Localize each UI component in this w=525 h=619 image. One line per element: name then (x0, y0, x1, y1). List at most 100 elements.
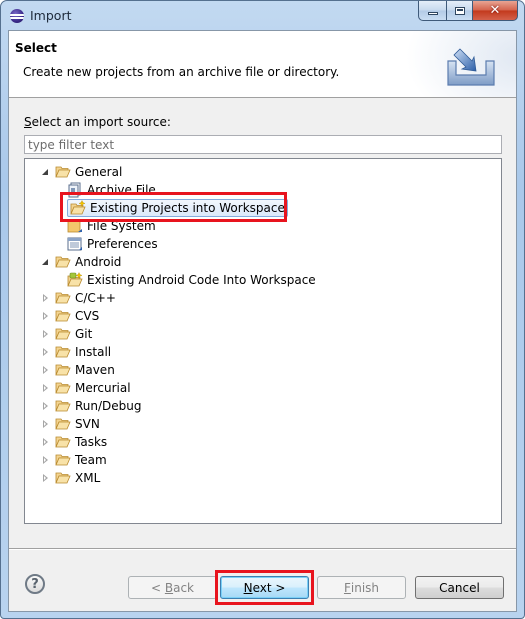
folder-open-icon (55, 164, 71, 180)
tree-item[interactable]: Install (39, 343, 111, 361)
folder-open-icon (55, 254, 71, 270)
window-controls: ✕ (418, 1, 518, 21)
tree-item[interactable]: Maven (39, 361, 115, 379)
collapsed-arrow-icon[interactable] (39, 364, 51, 376)
collapsed-arrow-icon[interactable] (39, 310, 51, 322)
tree-item[interactable]: Android (39, 253, 121, 271)
close-button[interactable]: ✕ (472, 1, 518, 21)
tree-item[interactable]: Run/Debug (39, 397, 142, 415)
collapsed-arrow-icon[interactable] (39, 436, 51, 448)
tree-item[interactable]: Tasks (39, 433, 107, 451)
back-mnemonic: B (164, 580, 174, 595)
tree-item-label: Archive File (87, 183, 156, 197)
back-rest: ack (173, 580, 194, 595)
folder-icon (55, 470, 71, 486)
tree-item[interactable]: Archive File (67, 181, 156, 199)
maximize-button[interactable] (446, 1, 472, 21)
cancel-button[interactable]: Cancel (415, 576, 504, 599)
finish-mnemonic: F (343, 580, 351, 595)
tree-item[interactable]: Existing Android Code Into Workspace (67, 271, 316, 289)
file-system-icon (67, 218, 83, 234)
tree-item[interactable]: CVS (39, 307, 99, 325)
wizard-header: Select Create new projects from an archi… (9, 31, 516, 98)
collapsed-arrow-icon[interactable] (39, 292, 51, 304)
collapsed-arrow-icon[interactable] (39, 382, 51, 394)
tree-item-content: CVS (55, 308, 99, 324)
tree-item[interactable]: Team (39, 451, 107, 469)
minimize-icon (427, 12, 438, 15)
tree-item[interactable]: C/C++ (39, 289, 116, 307)
collapsed-arrow-icon[interactable] (39, 400, 51, 412)
tree-item[interactable]: File System (67, 217, 156, 235)
tree-item[interactable]: Preferences (67, 235, 158, 253)
collapsed-arrow-icon[interactable] (39, 346, 51, 358)
tree-item-content: Preferences (67, 236, 158, 252)
expanded-arrow-icon[interactable] (39, 256, 51, 268)
back-button[interactable]: < Back (128, 576, 217, 599)
collapsed-arrow-icon[interactable] (39, 454, 51, 466)
tree-item[interactable]: Git (39, 325, 92, 343)
dialog-client-area: Select Create new projects from an archi… (8, 30, 517, 612)
folder-icon (55, 290, 71, 306)
label-rest: elect an import source: (31, 115, 171, 129)
next-rest: ext > (252, 580, 286, 595)
minimize-button[interactable] (418, 1, 446, 21)
mnemonic-s: S (24, 115, 32, 129)
folder-icon (55, 398, 71, 414)
finish-button[interactable]: Finish (317, 576, 406, 599)
tree-item-content: Archive File (67, 182, 156, 198)
maximize-icon (454, 6, 465, 15)
tree-item-content: XML (55, 470, 100, 486)
tree-item[interactable]: XML (39, 469, 100, 487)
tree-item-content: Existing Projects into Workspace (67, 199, 288, 217)
tree-item-content: File System (67, 218, 156, 234)
eclipse-icon (10, 9, 24, 23)
expanded-arrow-icon[interactable] (39, 166, 51, 178)
collapsed-arrow-icon[interactable] (39, 328, 51, 340)
page-title: Select (15, 41, 57, 55)
tree-item-label: Run/Debug (75, 399, 142, 413)
tree-item[interactable]: General (39, 163, 122, 181)
tree-item-label: CVS (75, 309, 100, 323)
next-button[interactable]: Next > (220, 576, 309, 599)
help-icon: ? (31, 576, 39, 592)
tree-item-label: Install (75, 345, 112, 359)
tree-item-content: Mercurial (55, 380, 131, 396)
tree-item-label: XML (75, 471, 101, 485)
tree-item-label: Existing Projects into Workspace (90, 201, 285, 215)
import-source-tree[interactable]: General Archive File Existing Projects int… (24, 158, 502, 524)
tree-item-content: Run/Debug (55, 398, 142, 414)
tree-item[interactable]: Existing Projects into Workspace (67, 199, 288, 217)
folder-icon (55, 380, 71, 396)
tree-item-label: Preferences (87, 237, 158, 251)
collapsed-arrow-icon[interactable] (39, 472, 51, 484)
tree-item[interactable]: Mercurial (39, 379, 131, 397)
tree-item-label: Git (75, 327, 93, 341)
back-prefix: < (150, 580, 165, 595)
android-import-icon (67, 272, 83, 288)
existing-projects-icon (70, 200, 86, 216)
tree-item-content: SVN (55, 416, 100, 432)
folder-icon (55, 344, 71, 360)
close-icon: ✕ (489, 3, 501, 18)
help-button[interactable]: ? (25, 574, 45, 594)
tree-item[interactable]: SVN (39, 415, 100, 433)
title-bar[interactable]: Import ✕ (1, 1, 524, 31)
page-description: Create new projects from an archive file… (23, 65, 340, 79)
folder-icon (55, 452, 71, 468)
tree-item-label: Mercurial (75, 381, 131, 395)
tree-item-label: SVN (75, 417, 100, 431)
tree-item-content: Git (55, 326, 92, 342)
tree-item-content: Existing Android Code Into Workspace (67, 272, 316, 288)
folder-icon (55, 362, 71, 378)
finish-rest: inish (350, 580, 380, 595)
folder-icon (55, 416, 71, 432)
filter-input[interactable] (24, 135, 502, 154)
archive-file-icon (67, 182, 83, 198)
preferences-icon (67, 236, 83, 252)
tree-item-label: Android (75, 255, 122, 269)
tree-item-content: Android (55, 254, 121, 270)
collapsed-arrow-icon[interactable] (39, 418, 51, 430)
tree-item-content: C/C++ (55, 290, 116, 306)
tree-item-label: Existing Android Code Into Workspace (87, 273, 316, 287)
